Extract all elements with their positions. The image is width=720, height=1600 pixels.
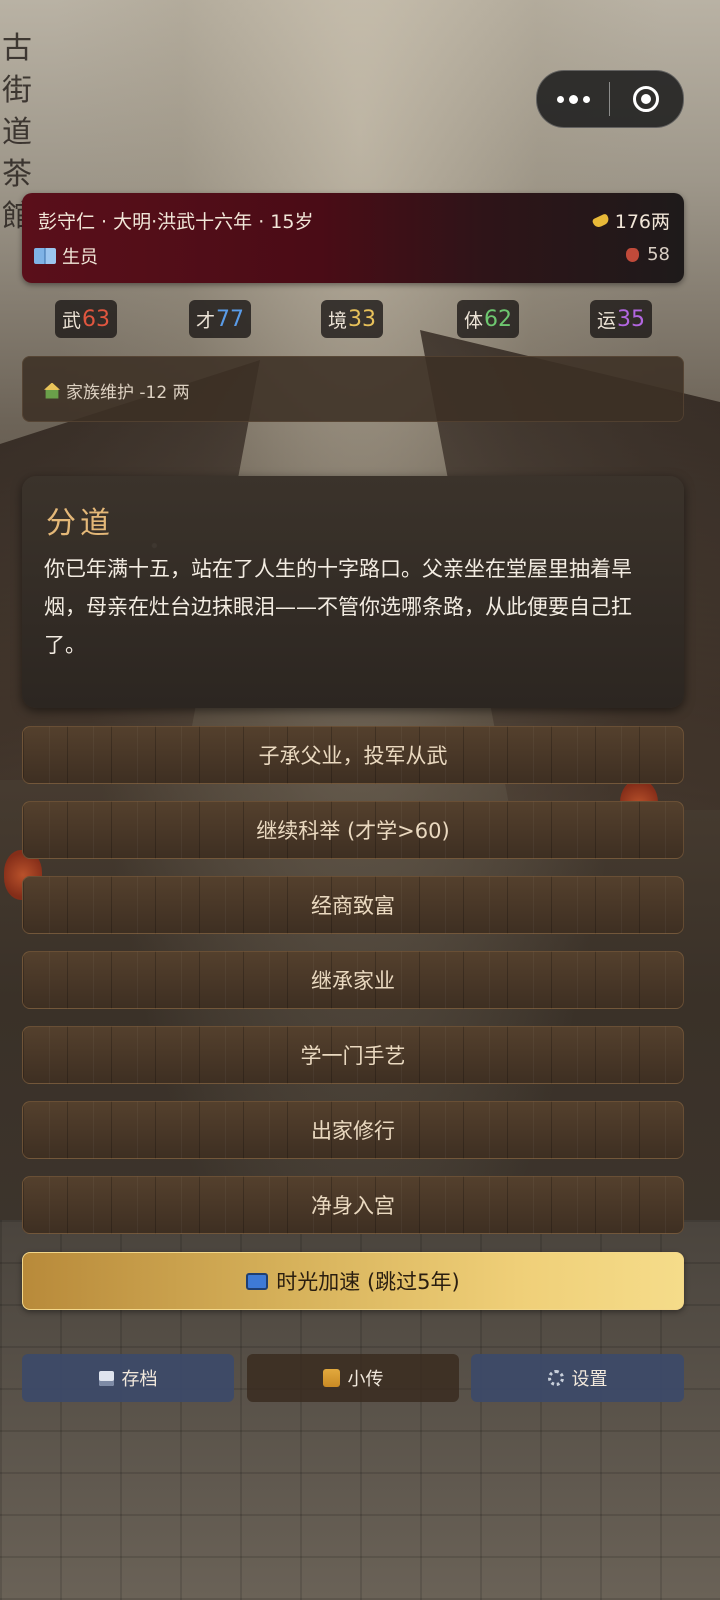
background-sign-char: 道	[2, 115, 32, 150]
option-commerce[interactable]: 经商致富	[22, 876, 684, 934]
gear-icon	[547, 1370, 564, 1386]
option-enter-palace[interactable]: 净身入宫	[22, 1176, 684, 1234]
option-learn-craft[interactable]: 学一门手艺	[22, 1026, 684, 1084]
stat-luck: 运 35	[590, 300, 653, 338]
stat-value: 33	[348, 306, 377, 332]
stat-value: 35	[617, 306, 646, 332]
stat-label: 体	[464, 309, 484, 332]
money-value: 176两	[614, 211, 670, 233]
tv-icon	[246, 1272, 269, 1290]
stat-label: 武	[62, 309, 82, 332]
settings-button[interactable]: 设置	[471, 1354, 684, 1402]
story-card: 分道 你已年满十五，站在了人生的十字路口。父亲坐在堂屋里抽着旱烟，母亲在灶台边抹…	[22, 476, 684, 708]
save-button[interactable]: 存档	[22, 1354, 234, 1402]
background-sign-char: 街	[2, 73, 32, 108]
bio-label: 小传	[347, 1369, 384, 1390]
option-military[interactable]: 子承父业，投军从武	[22, 726, 684, 784]
stat-value: 77	[216, 306, 245, 332]
stat-label: 运	[597, 309, 617, 332]
money-display: 176两	[591, 207, 670, 234]
book-icon	[34, 248, 56, 264]
health-display: 58	[626, 244, 670, 265]
stat-body: 体 62	[457, 300, 520, 338]
bio-button[interactable]: 小传	[247, 1354, 459, 1402]
stat-label: 境	[328, 309, 348, 332]
settings-label: 设置	[571, 1369, 608, 1390]
floppy-disk-icon	[98, 1370, 114, 1386]
scroll-icon	[322, 1369, 340, 1387]
save-label: 存档	[121, 1369, 158, 1390]
more-dots-icon[interactable]	[537, 71, 609, 127]
stat-value: 62	[484, 306, 513, 332]
stat-talent: 才 77	[189, 300, 252, 338]
stat-realm: 境 33	[321, 300, 384, 338]
pouch-icon	[626, 247, 640, 262]
option-imperial-exam[interactable]: 继续科举 (才学>60)	[22, 801, 684, 859]
story-title: 分道	[46, 506, 114, 541]
time-skip-label: 时光加速 (跳过5年)	[276, 1270, 460, 1294]
status-row: 生员	[34, 243, 98, 269]
stat-label: 才	[196, 309, 216, 332]
background-sign-char: 古	[2, 31, 32, 66]
story-body: 你已年满十五，站在了人生的十字路口。父亲坐在堂屋里抽着旱烟，母亲在灶台边抹眼泪—…	[44, 557, 632, 657]
family-upkeep-banner: 家族维护 -12 两	[22, 356, 684, 422]
character-info: 彭守仁 · 大明·洪武十六年 · 15岁	[38, 211, 314, 233]
miniprogram-capsule	[536, 70, 684, 128]
stat-martial: 武 63	[55, 300, 118, 338]
upkeep-text: 家族维护 -12 两	[66, 383, 190, 403]
character-header-card: 彭守仁 · 大明·洪武十六年 · 15岁 生员 176两 58	[22, 193, 684, 283]
target-circle-icon[interactable]	[610, 71, 682, 127]
background-sign-char: 茶	[2, 157, 32, 192]
stat-value: 63	[82, 306, 111, 332]
time-skip-button[interactable]: 时光加速 (跳过5年)	[22, 1252, 684, 1310]
status-label: 生员	[62, 247, 98, 268]
option-inherit-business[interactable]: 继承家业	[22, 951, 684, 1009]
gold-ingot-icon	[591, 212, 611, 229]
option-monastic[interactable]: 出家修行	[22, 1101, 684, 1159]
house-icon	[44, 382, 60, 399]
health-value: 58	[647, 244, 670, 265]
